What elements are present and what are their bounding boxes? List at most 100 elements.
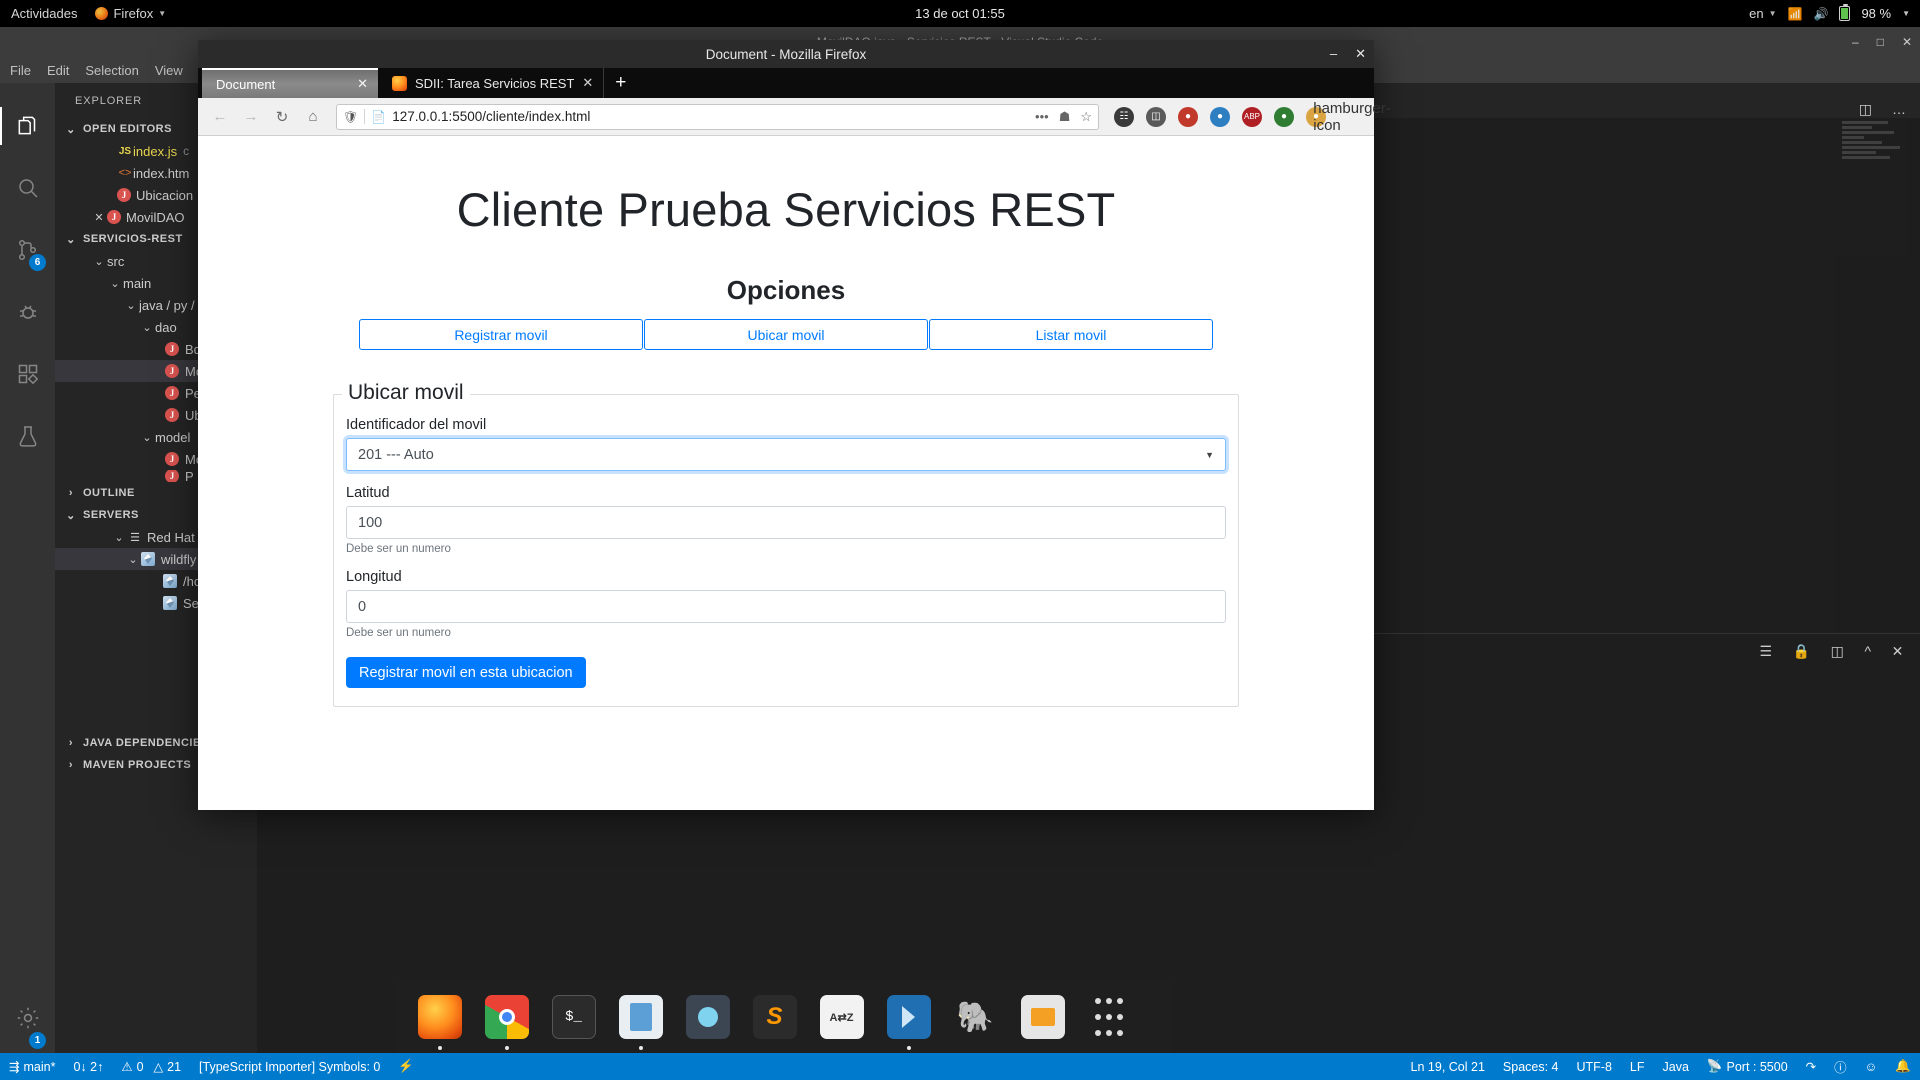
chevron-up-icon[interactable]: ^	[1864, 643, 1871, 660]
status-language[interactable]: Java	[1654, 1053, 1698, 1080]
postgresql-icon: 🐘	[956, 1000, 995, 1034]
status-feedback[interactable]: ☺	[1856, 1053, 1887, 1080]
menu-file[interactable]: File	[10, 63, 31, 78]
close-icon[interactable]: ✕	[357, 76, 368, 92]
longitud-input[interactable]: 0	[346, 590, 1226, 623]
fieldset-legend: Ubicar movil	[342, 381, 470, 405]
vscode-close-button[interactable]: ✕	[1902, 35, 1912, 49]
menu-edit[interactable]: Edit	[47, 63, 69, 78]
status-branch[interactable]: ⇶ main*	[0, 1053, 64, 1080]
dock-files[interactable]	[607, 981, 674, 1053]
url-text[interactable]: 127.0.0.1:5500/cliente/index.html	[392, 109, 1029, 124]
dock-visual-studio-code[interactable]	[875, 981, 942, 1053]
activity-extensions[interactable]	[0, 343, 55, 405]
shield-icon[interactable]: 🛡	[343, 110, 358, 124]
latitud-input[interactable]: 100	[346, 506, 1226, 539]
identificador-select[interactable]: 201 --- Auto ▼	[346, 438, 1226, 471]
split-icon[interactable]: ◫	[1831, 643, 1845, 660]
wifi-icon[interactable]: 📶	[1788, 7, 1803, 21]
registrar-movil-button[interactable]: Registrar movil	[359, 319, 643, 350]
firefox-tab-sdii[interactable]: SDII: Tarea Servicios REST ✕	[378, 68, 603, 98]
activity-testing[interactable]	[0, 405, 55, 467]
status-eol[interactable]: LF	[1621, 1053, 1654, 1080]
status-cursor-position[interactable]: Ln 19, Col 21	[1402, 1053, 1494, 1080]
firefox-tab-document[interactable]: Document ✕	[202, 68, 378, 98]
firefox-minimize-button[interactable]: –	[1330, 46, 1337, 62]
firefox-close-button[interactable]: ✕	[1355, 46, 1366, 62]
dock-sublime-text[interactable]: S	[741, 981, 808, 1053]
debug-icon	[19, 305, 36, 319]
dock-firefox[interactable]	[406, 981, 473, 1053]
status-cursor-label: Ln 19, Col 21	[1410, 1059, 1485, 1074]
split-editor-icon[interactable]: ◫	[1859, 101, 1872, 118]
menu-view[interactable]: View	[155, 63, 183, 78]
status-lightning[interactable]: ⚡	[389, 1053, 423, 1080]
activity-bar: 6 1	[0, 83, 55, 1053]
star-icon[interactable]: ☆	[1080, 109, 1092, 125]
firefox-window-title: Document - Mozilla Firefox	[705, 46, 867, 62]
dock-terminal[interactable]: $_	[540, 981, 607, 1053]
status-typescript-importer[interactable]: [TypeScript Importer] Symbols: 0	[190, 1053, 389, 1080]
menu-selection[interactable]: Selection	[85, 63, 138, 78]
more-actions-icon[interactable]: …	[1892, 101, 1906, 118]
user-icon[interactable]: ●	[1210, 106, 1230, 127]
close-panel-icon[interactable]: ✕	[1892, 643, 1904, 660]
dock-dictionary[interactable]: A⇄Z	[808, 981, 875, 1053]
dock: $_ S A⇄Z 🐘	[396, 981, 1173, 1053]
adblock-icon[interactable]: ●	[1178, 106, 1198, 127]
keyboard-layout[interactable]: en ▼	[1749, 6, 1776, 21]
activity-explorer[interactable]	[0, 95, 55, 157]
vscode-maximize-button[interactable]: □	[1877, 35, 1884, 49]
files-icon	[18, 116, 35, 135]
close-icon[interactable]: ✕	[582, 75, 593, 91]
reload-button[interactable]: ↻	[268, 103, 296, 131]
dock-chrome[interactable]	[473, 981, 540, 1053]
pocket-icon[interactable]: ☗	[1059, 109, 1071, 125]
status-sync[interactable]: 0↓ 2↑	[64, 1053, 112, 1080]
forward-button[interactable]: →	[237, 103, 265, 131]
sidebar-icon[interactable]: ◫	[1146, 106, 1166, 127]
page-actions-icon[interactable]: •••	[1035, 109, 1049, 124]
vscode-minimize-button[interactable]: –	[1852, 35, 1859, 49]
back-button[interactable]: ←	[206, 103, 234, 131]
system-status-area[interactable]: en ▼ 📶 🔊 98 % ▼	[1749, 4, 1910, 21]
shield-ext-icon[interactable]: ●	[1274, 106, 1294, 127]
activity-source-control[interactable]: 6	[0, 219, 55, 281]
status-encoding[interactable]: UTF-8	[1568, 1053, 1621, 1080]
activity-settings[interactable]: 1	[0, 991, 55, 1053]
chevron-down-icon: ⌄	[114, 531, 124, 544]
volume-icon[interactable]: 🔊	[1813, 7, 1828, 21]
lock-icon[interactable]: 🔒	[1793, 643, 1811, 660]
dock-show-applications[interactable]	[1076, 981, 1143, 1053]
activity-search[interactable]	[0, 157, 55, 219]
status-live-share[interactable]: ↷	[1797, 1053, 1825, 1080]
status-problems[interactable]: ⚠ 0 △ 21	[112, 1053, 190, 1080]
home-button[interactable]: ⌂	[299, 103, 327, 131]
ubicar-movil-button[interactable]: Ubicar movil	[644, 319, 928, 350]
clock[interactable]: 13 de oct 01:55	[0, 6, 1920, 21]
status-live-server-port[interactable]: 📡 Port : 5500	[1698, 1053, 1797, 1080]
dock-tweaks[interactable]	[674, 981, 741, 1053]
tree-item-label: dao	[155, 319, 177, 335]
vscode-icon	[886, 995, 931, 1039]
hamburger-icon[interactable]: hamburger-icon	[1313, 100, 1391, 134]
java-icon: J	[165, 470, 179, 482]
registrar-ubicacion-button[interactable]: Registrar movil en esta ubicacion	[346, 657, 586, 688]
status-bell[interactable]: ⓘ	[1825, 1053, 1856, 1080]
status-indentation[interactable]: Spaces: 4	[1494, 1053, 1568, 1080]
url-bar[interactable]: 🛡 📄 127.0.0.1:5500/cliente/index.html ••…	[336, 103, 1099, 130]
dock-postgresql[interactable]: 🐘	[942, 981, 1009, 1053]
new-tab-button[interactable]: +	[603, 68, 637, 98]
bell-icon: 🔔	[1895, 1059, 1911, 1073]
panel-list-icon[interactable]: ☰	[1759, 643, 1772, 660]
chevron-down-icon[interactable]: ▼	[1902, 9, 1910, 18]
chevron-down-icon: ⌄	[94, 255, 104, 268]
abp-icon[interactable]: ABP	[1242, 106, 1262, 127]
library-icon[interactable]: ☷	[1114, 106, 1134, 127]
dock-software[interactable]	[1009, 981, 1076, 1053]
status-notifications[interactable]: 🔔	[1886, 1053, 1920, 1080]
listar-movil-button[interactable]: Listar movil	[929, 319, 1213, 350]
gnome-top-bar: Actividades Firefox ▼ 13 de oct 01:55 en…	[0, 0, 1920, 27]
activity-debug[interactable]	[0, 281, 55, 343]
close-icon[interactable]: ✕	[91, 211, 107, 224]
